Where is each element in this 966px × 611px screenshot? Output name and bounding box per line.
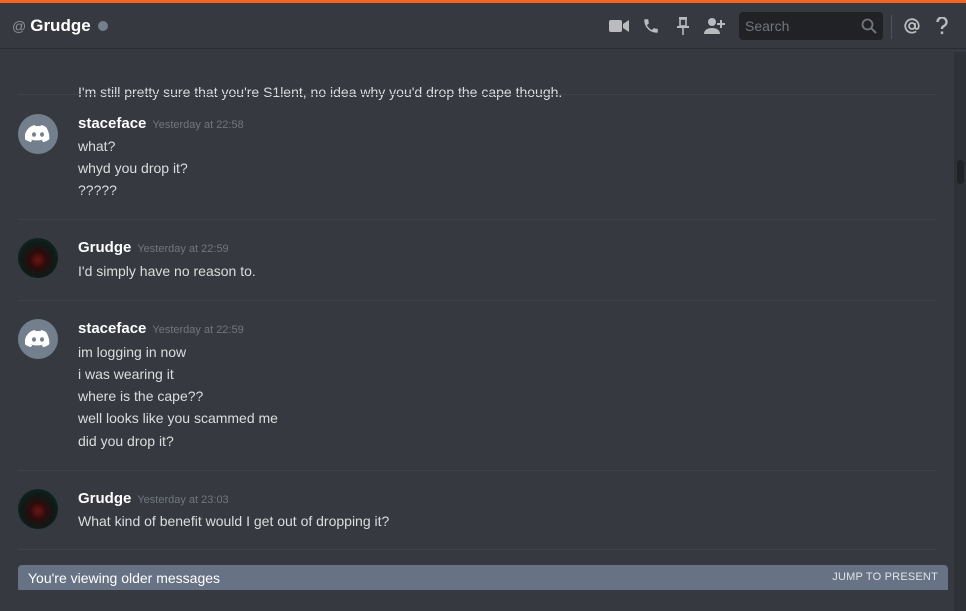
message-username[interactable]: staceface Yesterday at 22:58 [78, 115, 244, 132]
avatar[interactable] [18, 114, 58, 154]
message-line: ????? [78, 182, 117, 198]
message-line: i was wearing it [78, 366, 174, 382]
phone-call-icon[interactable] [637, 12, 665, 40]
message-group: staceface Yesterday at 22:59 im logging i… [0, 319, 952, 459]
discord-logo-icon [25, 125, 50, 143]
message-group: Grudge Yesterday at 23:03 What kind of be… [0, 489, 952, 539]
older-messages-bar: You're viewing older messages JUMP TO PR… [18, 565, 948, 590]
message-timestamp: Yesterday at 23:03 [137, 494, 229, 506]
message-line: where is the cape?? [78, 388, 204, 404]
at-sign-icon[interactable] [900, 13, 924, 39]
pin-icon[interactable] [669, 12, 697, 40]
message-line: I'd simply have no reason to. [78, 263, 256, 279]
message-divider [18, 300, 936, 301]
username-text[interactable]: Grudge [78, 239, 131, 256]
jump-to-present-button[interactable]: JUMP TO PRESENT [832, 571, 938, 583]
username-text[interactable]: staceface [78, 320, 146, 337]
discord-logo-icon [25, 330, 50, 348]
message-divider [18, 219, 936, 220]
message-line: did you drop it? [78, 433, 174, 449]
message-timestamp: Yesterday at 22:59 [152, 324, 244, 336]
message-line: im logging in now [78, 344, 187, 360]
scrollbar-thumb[interactable] [957, 160, 964, 184]
message-divider [18, 94, 936, 95]
at-symbol: @ [12, 17, 27, 34]
message-group: Grudge Yesterday at 22:59 I'd simply have… [0, 238, 952, 288]
chat-window: @ Grudge Search I'm still pretty sure th… [0, 0, 966, 611]
status-indicator [97, 21, 108, 31]
message-line: whyd you drop it? [78, 160, 188, 176]
message-line: What kind of benefit would I get out of … [78, 513, 390, 529]
message-group: staceface Yesterday at 22:58 what? whyd y… [0, 114, 952, 214]
question-mark-icon[interactable] [932, 13, 952, 39]
message-line: what? [78, 138, 116, 154]
header-divider [891, 15, 892, 39]
message-line: I'm still pretty sure that you're S1lent… [78, 84, 563, 100]
search-input[interactable] [739, 18, 851, 34]
message-username[interactable]: Grudge Yesterday at 23:03 [78, 490, 229, 507]
channel-title: Grudge [30, 15, 91, 35]
username-text[interactable]: staceface [78, 115, 146, 132]
message-divider [18, 470, 936, 471]
message-divider [18, 549, 936, 550]
message-list[interactable]: I'm still pretty sure that you're S1lent… [0, 50, 952, 611]
search-box[interactable] [739, 12, 883, 40]
message-timestamp: Yesterday at 22:58 [152, 119, 244, 131]
add-friend-icon[interactable] [701, 12, 729, 40]
avatar[interactable] [18, 319, 58, 359]
video-call-icon[interactable] [605, 12, 633, 40]
search-icon[interactable] [861, 18, 877, 39]
channel-header: @ Grudge [0, 3, 966, 49]
clipped-line-remnant [78, 50, 308, 56]
message-username[interactable]: Grudge Yesterday at 22:59 [78, 239, 229, 256]
scrollbar-track[interactable] [954, 52, 966, 611]
older-messages-text: You're viewing older messages [28, 569, 221, 586]
avatar[interactable] [18, 238, 58, 278]
message-line: well looks like you scammed me [78, 410, 278, 426]
avatar[interactable] [18, 489, 58, 529]
message-username[interactable]: staceface Yesterday at 22:59 [78, 320, 244, 337]
username-text[interactable]: Grudge [78, 490, 131, 507]
message-timestamp: Yesterday at 22:59 [137, 243, 229, 255]
header-toolbar [605, 3, 733, 49]
